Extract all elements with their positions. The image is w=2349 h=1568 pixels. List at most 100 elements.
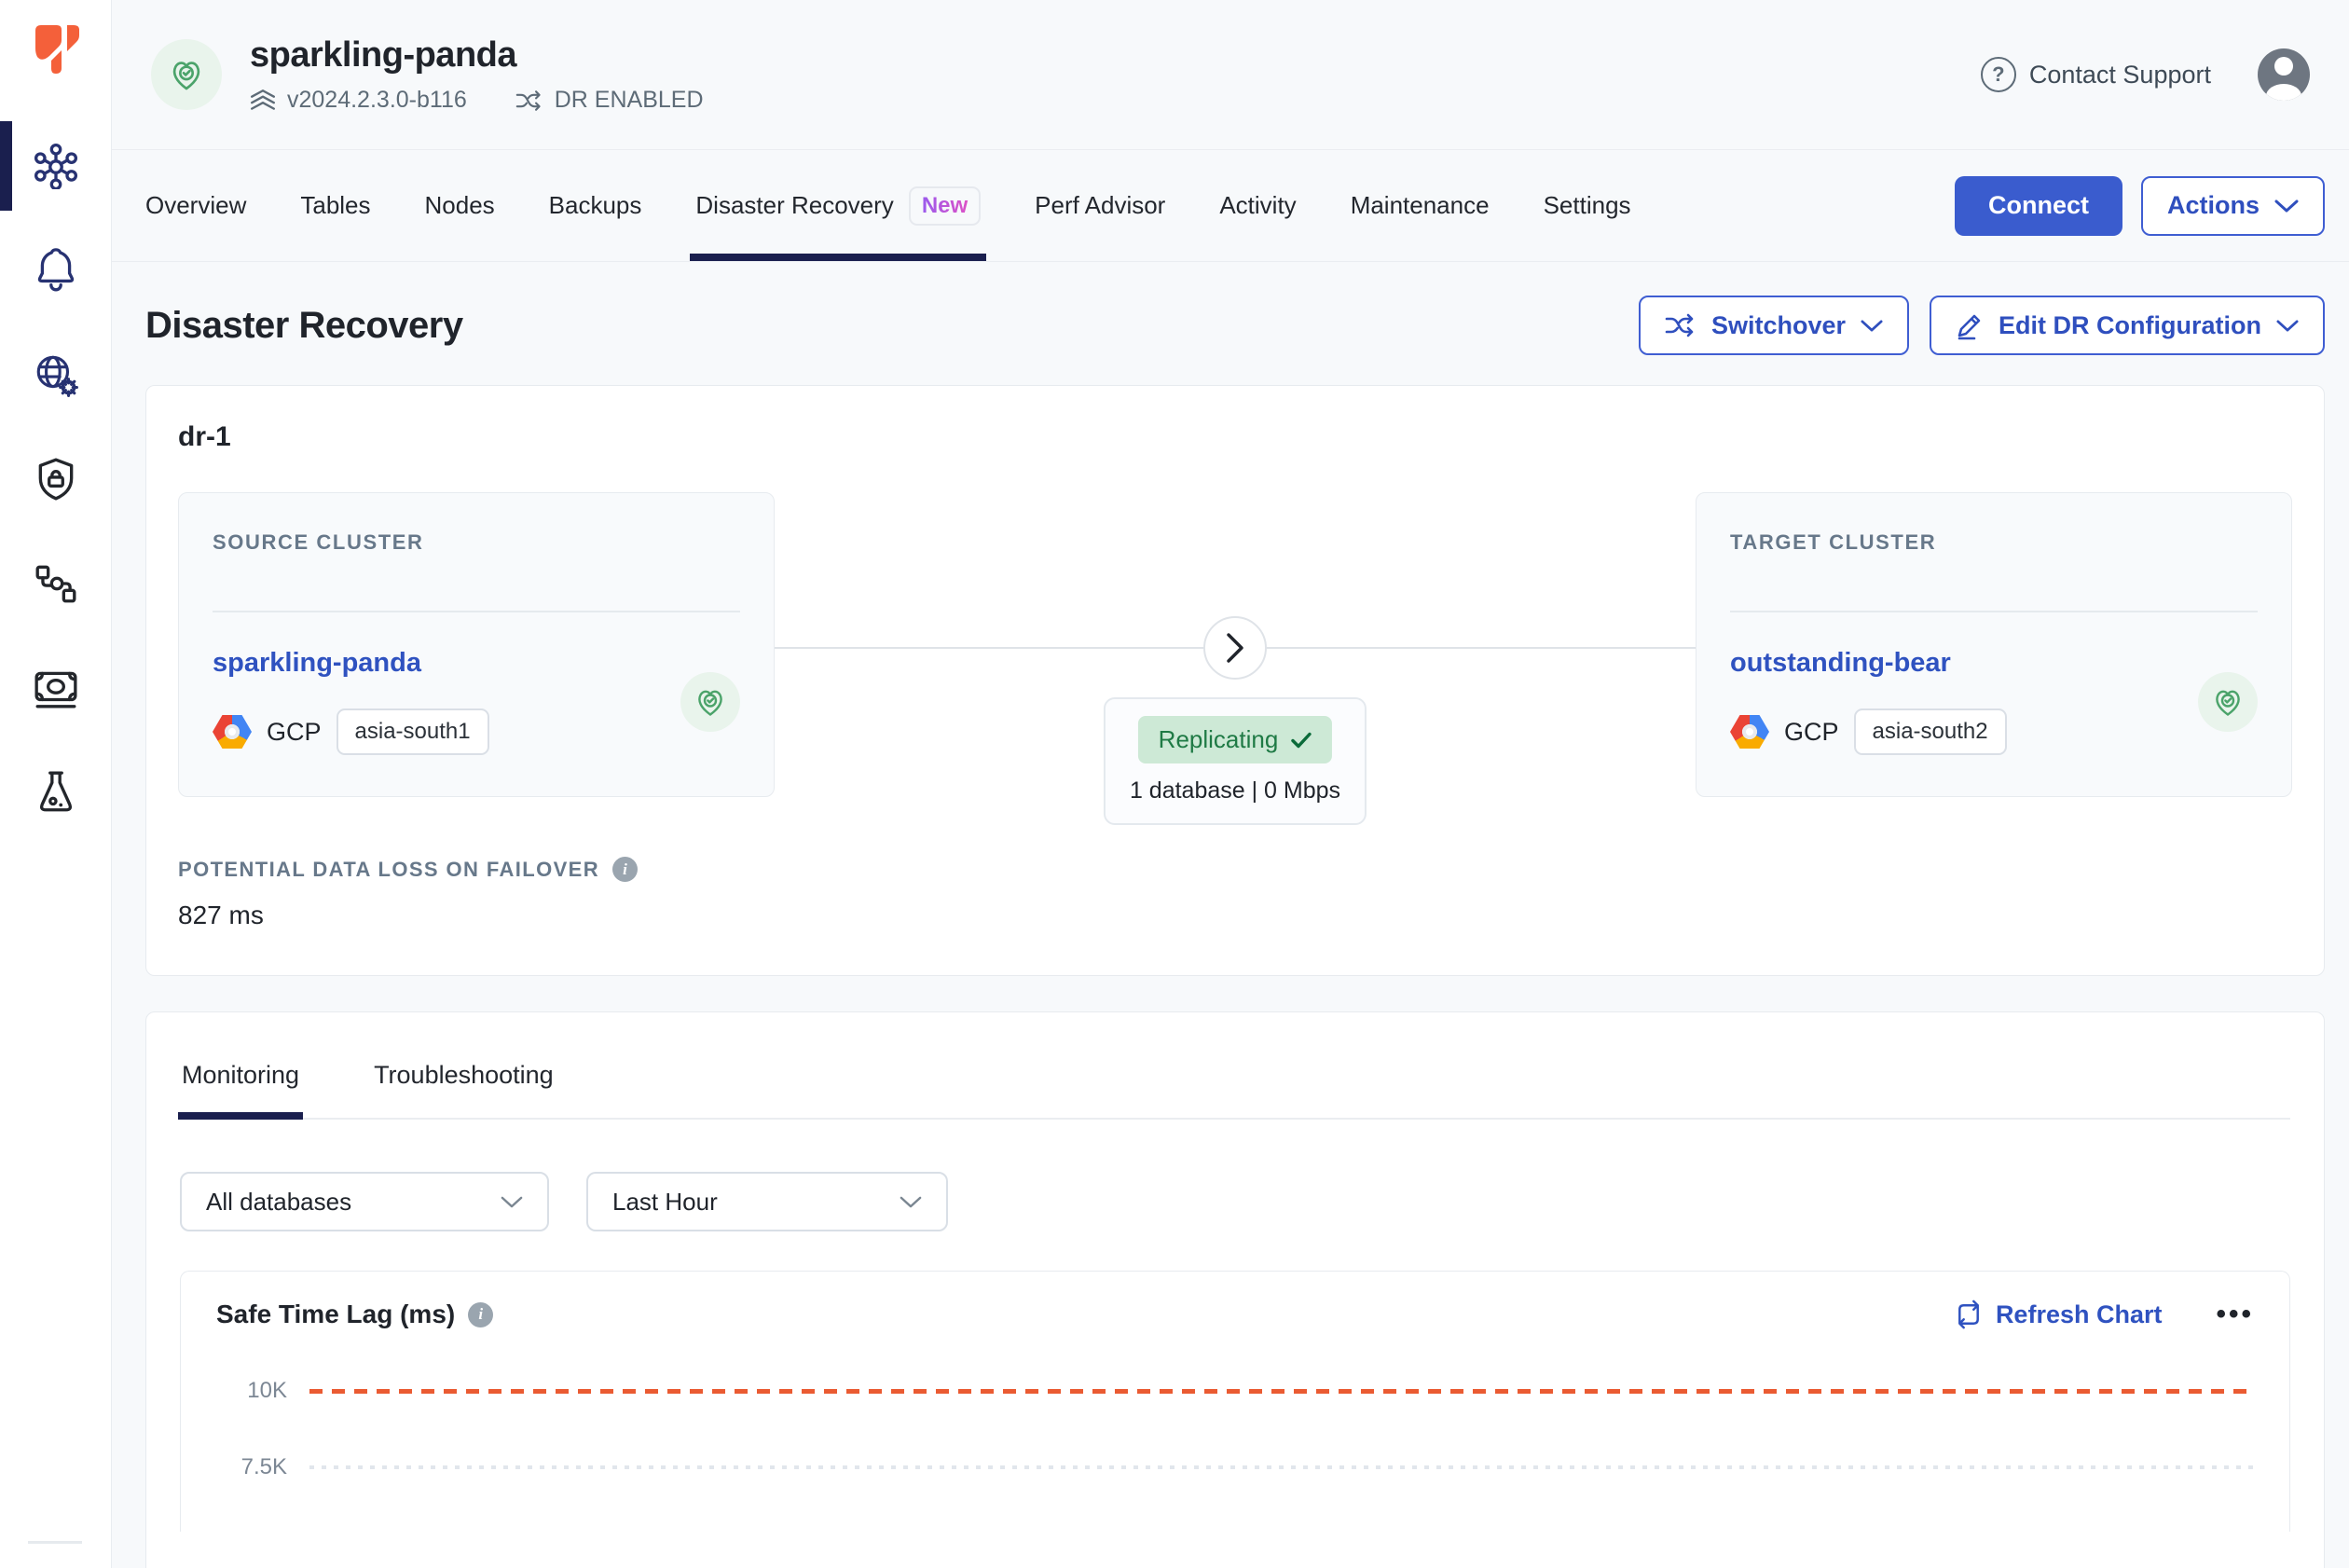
chart-menu-kebab-icon[interactable]: ••• bbox=[2216, 1300, 2254, 1328]
monitoring-tabs: Monitoring Troubleshooting bbox=[180, 1012, 2290, 1120]
heart-check-icon bbox=[2211, 685, 2245, 719]
cluster-name: sparkling-panda bbox=[250, 35, 704, 76]
source-cluster-heading: SOURCE CLUSTER bbox=[213, 530, 740, 555]
main-area: sparkling-panda v2024.2.3.0-b116 D bbox=[112, 0, 2349, 1568]
contact-support-label: Contact Support bbox=[2029, 61, 2211, 89]
chevron-right-icon bbox=[1225, 633, 1245, 663]
target-cluster-heading: TARGET CLUSTER bbox=[1730, 530, 2258, 555]
chevron-down-icon bbox=[501, 1195, 523, 1209]
page-title: Disaster Recovery bbox=[145, 305, 463, 347]
divider bbox=[213, 611, 740, 612]
cluster-tabbar: Overview Tables Nodes Backups Disaster R… bbox=[112, 150, 2349, 262]
chevron-down-icon bbox=[1861, 319, 1883, 333]
tab-perf-advisor[interactable]: Perf Advisor bbox=[1035, 150, 1165, 261]
gridline-7-5k: 7.5K bbox=[216, 1454, 2254, 1480]
database-filter-select[interactable]: All databases bbox=[180, 1172, 549, 1231]
tab-nodes[interactable]: Nodes bbox=[425, 150, 495, 261]
tab-activity[interactable]: Activity bbox=[1219, 150, 1296, 261]
source-cluster-link[interactable]: sparkling-panda bbox=[213, 648, 680, 679]
dr-config-card: dr-1 SOURCE CLUSTER sparkling-panda GCP bbox=[145, 385, 2325, 976]
sidebar-nav bbox=[0, 114, 111, 845]
yugabyte-logo[interactable] bbox=[0, 0, 111, 114]
contact-support-button[interactable]: ? Contact Support bbox=[1981, 57, 2211, 92]
edit-dr-configuration-button[interactable]: Edit DR Configuration bbox=[1930, 296, 2325, 355]
gcp-icon bbox=[213, 715, 252, 749]
page-content: Disaster Recovery Switchover bbox=[112, 262, 2349, 1568]
refresh-chart-button[interactable]: Refresh Chart bbox=[1955, 1300, 2163, 1329]
data-loss-section: POTENTIAL DATA LOSS ON FAILOVER i 827 ms bbox=[178, 857, 2292, 930]
alerts-bell-icon bbox=[33, 247, 79, 294]
switchover-shuffle-icon bbox=[1665, 312, 1696, 338]
replication-status-card: Replicating 1 database | 0 Mbps bbox=[1104, 697, 1367, 825]
sidebar-item-clusters[interactable] bbox=[0, 114, 111, 218]
sidebar-item-network[interactable] bbox=[0, 323, 111, 427]
sidebar-item-security[interactable] bbox=[0, 427, 111, 531]
page-head: Disaster Recovery Switchover bbox=[145, 296, 2325, 355]
data-loss-value: 827 ms bbox=[178, 901, 2292, 930]
target-provider-row: GCP asia-south2 bbox=[1730, 708, 2198, 755]
dr-shuffle-icon bbox=[515, 89, 543, 113]
help-question-icon: ? bbox=[1981, 57, 2016, 92]
sidebar-item-alerts[interactable] bbox=[0, 218, 111, 323]
tab-troubleshooting[interactable]: Troubleshooting bbox=[372, 1038, 556, 1118]
connect-button[interactable]: Connect bbox=[1955, 176, 2122, 236]
integrations-flow-icon bbox=[33, 560, 79, 607]
tab-overview[interactable]: Overview bbox=[145, 150, 246, 261]
gcp-icon bbox=[1730, 715, 1769, 749]
tab-maintenance[interactable]: Maintenance bbox=[1351, 150, 1490, 261]
sidebar-item-labs[interactable] bbox=[0, 740, 111, 845]
refresh-icon bbox=[1955, 1300, 1983, 1329]
tab-tables[interactable]: Tables bbox=[300, 150, 370, 261]
sidebar-item-integrations[interactable] bbox=[0, 531, 111, 636]
provider-name: GCP bbox=[267, 718, 322, 747]
cluster-icon bbox=[33, 143, 79, 189]
y-tick-7-5k: 7.5K bbox=[216, 1454, 309, 1480]
y-tick-10k: 10K bbox=[216, 1378, 309, 1404]
safe-time-lag-chart: 10K 7.5K bbox=[216, 1363, 2254, 1540]
chevron-down-icon bbox=[900, 1195, 922, 1209]
network-globe-gear-icon bbox=[33, 351, 79, 398]
replication-detail: 1 database | 0 Mbps bbox=[1130, 777, 1340, 805]
info-icon[interactable]: i bbox=[468, 1302, 493, 1327]
cluster-tabs: Overview Tables Nodes Backups Disaster R… bbox=[145, 150, 1685, 261]
cluster-health-badge bbox=[151, 39, 222, 110]
tab-monitoring[interactable]: Monitoring bbox=[180, 1038, 301, 1118]
chart-filters: All databases Last Hour bbox=[180, 1172, 2290, 1231]
monitoring-card: Monitoring Troubleshooting All databases… bbox=[145, 1011, 2325, 1568]
new-badge: New bbox=[909, 186, 981, 226]
safe-time-lag-chart-card: Safe Time Lag (ms) i Refresh Chart ••• bbox=[180, 1271, 2290, 1532]
source-cluster-card: SOURCE CLUSTER sparkling-panda GCP asia-… bbox=[178, 492, 775, 797]
tabbar-actions: Connect Actions bbox=[1955, 150, 2325, 261]
tab-backups[interactable]: Backups bbox=[549, 150, 642, 261]
gridline bbox=[309, 1465, 2254, 1469]
dr-enabled-badge: DR ENABLED bbox=[555, 87, 704, 114]
source-region-chip: asia-south1 bbox=[337, 708, 489, 755]
cluster-version: v2024.2.3.0-b116 bbox=[287, 87, 467, 114]
threshold-line bbox=[309, 1389, 2254, 1394]
actions-button[interactable]: Actions bbox=[2141, 176, 2325, 236]
target-cluster-card: TARGET CLUSTER outstanding-bear GCP asia… bbox=[1696, 492, 2292, 797]
switchover-button[interactable]: Switchover bbox=[1639, 296, 1909, 355]
security-shield-icon bbox=[33, 456, 79, 502]
sidebar-item-billing[interactable] bbox=[0, 636, 111, 740]
chart-title: Safe Time Lag (ms) bbox=[216, 1300, 455, 1329]
time-range-select[interactable]: Last Hour bbox=[586, 1172, 948, 1231]
sidebar bbox=[0, 0, 112, 1568]
chevron-down-icon bbox=[2276, 319, 2299, 333]
divider bbox=[1730, 611, 2258, 612]
user-avatar[interactable] bbox=[2258, 48, 2310, 101]
heart-check-icon bbox=[168, 56, 205, 93]
cluster-identity: sparkling-panda v2024.2.3.0-b116 D bbox=[250, 35, 704, 114]
tab-disaster-recovery[interactable]: Disaster Recovery New bbox=[695, 150, 981, 261]
page-actions: Switchover Edit DR Configuration bbox=[1639, 296, 2325, 355]
info-icon[interactable]: i bbox=[612, 857, 638, 882]
data-loss-label: POTENTIAL DATA LOSS ON FAILOVER bbox=[178, 858, 599, 882]
target-cluster-link[interactable]: outstanding-bear bbox=[1730, 648, 2198, 679]
sidebar-divider bbox=[28, 1541, 82, 1544]
edit-pencil-icon bbox=[1956, 310, 1984, 340]
chart-header: Safe Time Lag (ms) i Refresh Chart ••• bbox=[216, 1300, 2254, 1329]
app-root: sparkling-panda v2024.2.3.0-b116 D bbox=[0, 0, 2349, 1568]
dr-config-name: dr-1 bbox=[178, 421, 2292, 453]
source-health-badge bbox=[680, 672, 740, 732]
tab-settings[interactable]: Settings bbox=[1544, 150, 1631, 261]
